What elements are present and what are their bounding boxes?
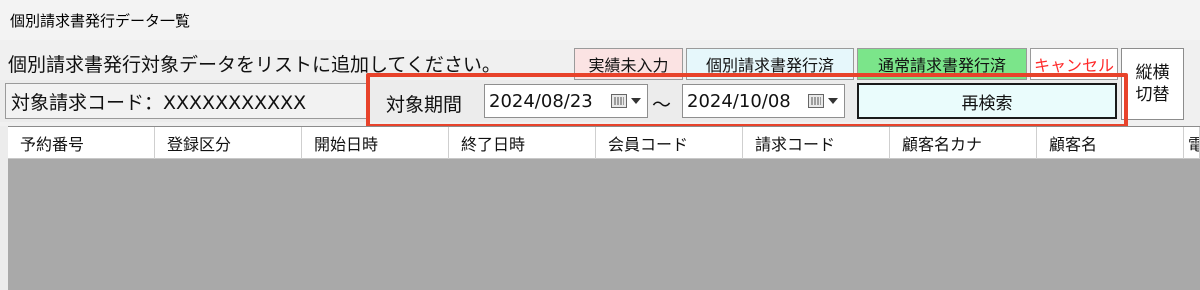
billing-code-display: 対象請求コード：XXXXXXXXXXX xyxy=(5,83,367,119)
period-label: 対象期間 xyxy=(386,94,463,116)
re-search-button[interactable]: 再検索 xyxy=(857,83,1117,119)
billing-code-label: 対象請求コード：XXXXXXXXXXX xyxy=(11,91,307,114)
legend-cancel: キャンセル xyxy=(1030,48,1118,80)
column-header-registration-type[interactable]: 登録区分 xyxy=(155,127,302,159)
chevron-down-icon xyxy=(828,98,838,104)
data-grid[interactable]: 予約番号 登録区分 開始日時 終了日時 会員コード 請求コード 顧客名カナ 顧客… xyxy=(8,126,1200,290)
end-date-picker[interactable]: 2024/10/08 xyxy=(682,84,845,118)
toggle-label-line2: 切替 xyxy=(1135,85,1170,105)
legend-normal-issued: 通常請求書発行済 xyxy=(857,48,1027,80)
instruction-text: 個別請求書発行対象データをリストに追加してください。 xyxy=(8,54,501,76)
toggle-label-line1: 縦横 xyxy=(1135,63,1170,83)
period-separator: ～ xyxy=(652,94,672,116)
grid-left-margin xyxy=(0,126,8,290)
end-date-value: 2024/10/08 xyxy=(687,90,791,112)
title-bar: 個別請求書発行データ一覧 xyxy=(0,0,1200,40)
column-header-billing-code[interactable]: 請求コード xyxy=(743,127,890,159)
legend-individual-issued: 個別請求書発行済 xyxy=(686,48,854,80)
column-header-partial[interactable]: 電 xyxy=(1184,127,1200,159)
grid-header: 予約番号 登録区分 開始日時 終了日時 会員コード 請求コード 顧客名カナ 顧客… xyxy=(8,127,1200,159)
start-date-value: 2024/08/23 xyxy=(489,90,593,112)
column-header-customer-name[interactable]: 顧客名 xyxy=(1037,127,1184,159)
orientation-toggle-button[interactable]: 縦横 切替 xyxy=(1121,48,1184,120)
column-header-start-datetime[interactable]: 開始日時 xyxy=(302,127,449,159)
calendar-icon xyxy=(808,94,824,108)
chevron-down-icon xyxy=(631,98,641,104)
column-header-end-datetime[interactable]: 終了日時 xyxy=(449,127,596,159)
legend-actual-not-entered: 実績未入力 xyxy=(574,48,683,80)
column-header-member-code[interactable]: 会員コード xyxy=(596,127,743,159)
calendar-icon xyxy=(611,94,627,108)
column-header-reservation-number[interactable]: 予約番号 xyxy=(8,127,155,159)
window-title: 個別請求書発行データ一覧 xyxy=(10,12,191,30)
column-header-customer-kana[interactable]: 顧客名カナ xyxy=(890,127,1037,159)
start-date-picker[interactable]: 2024/08/23 xyxy=(484,84,648,118)
